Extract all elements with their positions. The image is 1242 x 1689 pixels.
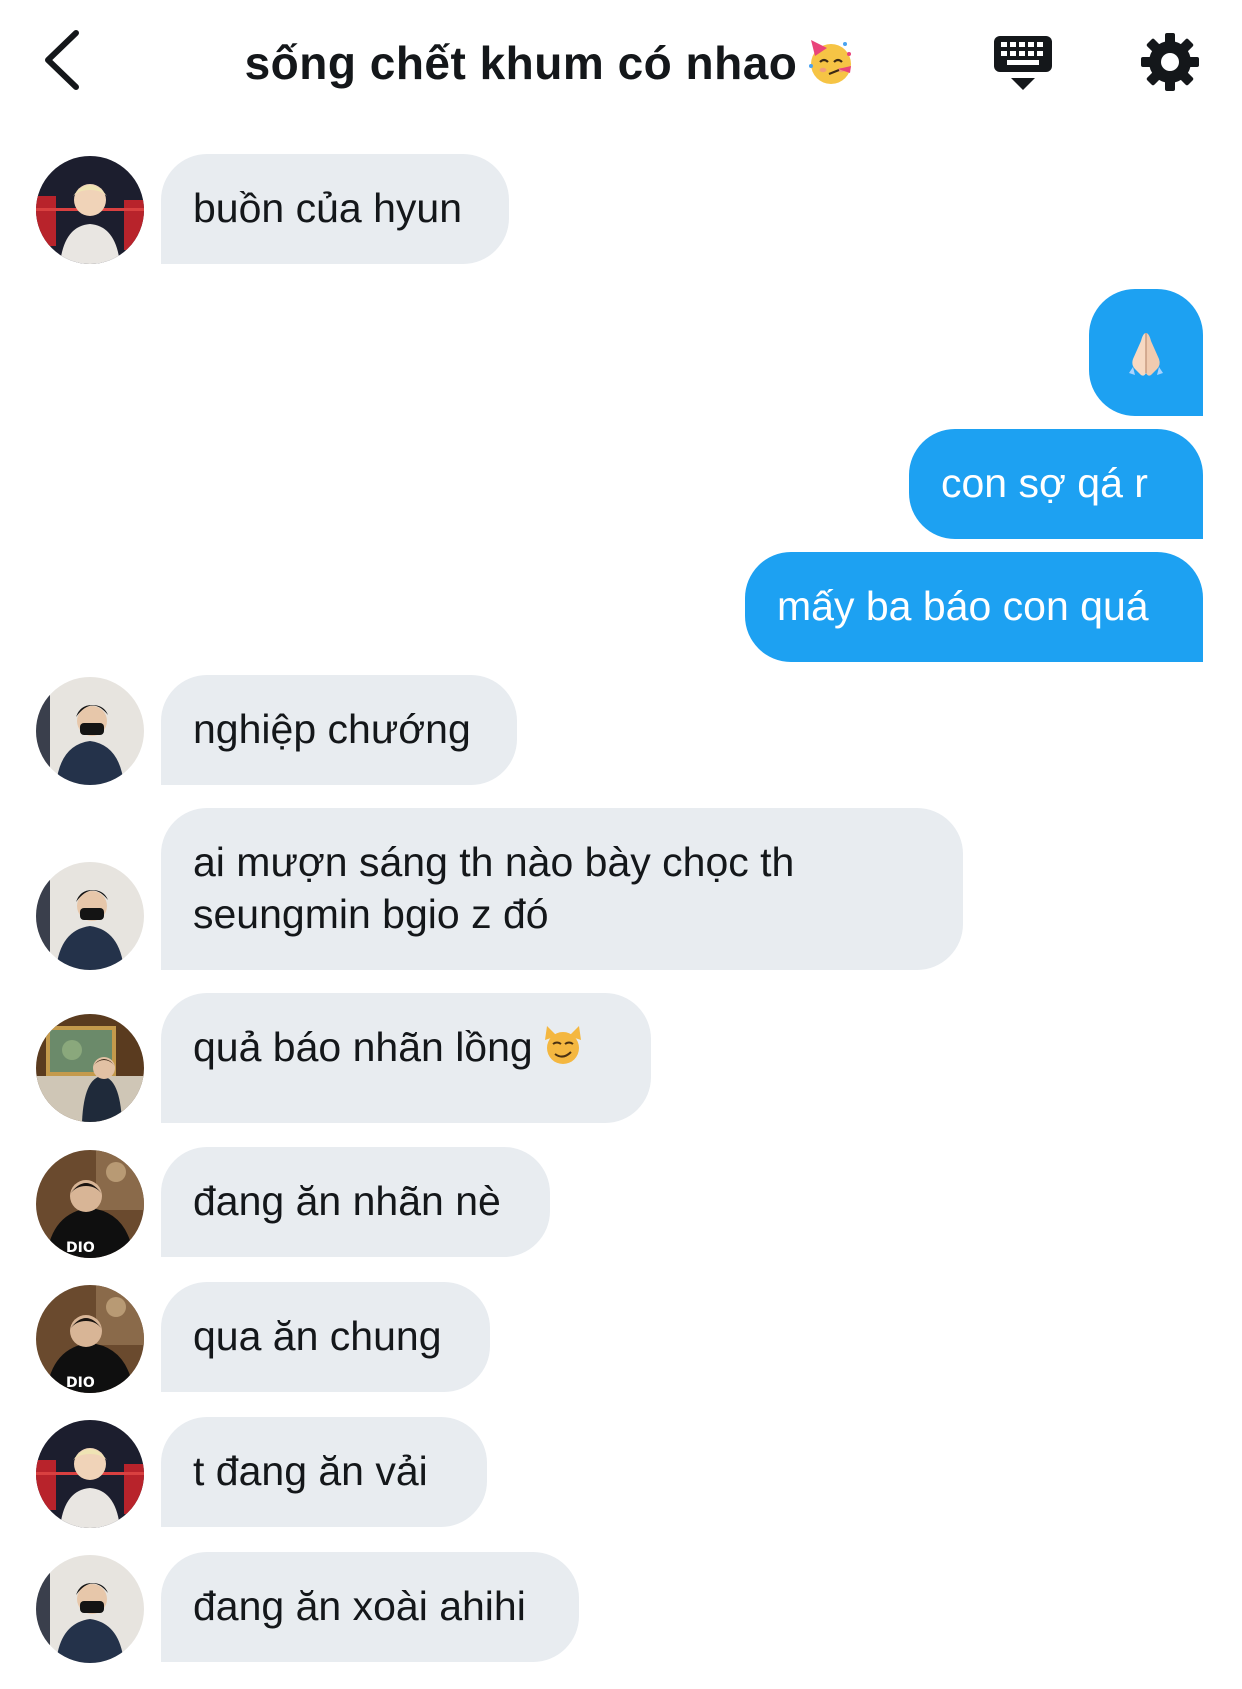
message-bubble-incoming[interactable]: quả báo nhãn lồng <box>161 993 651 1123</box>
message-text: quả báo nhãn lồng <box>193 1024 533 1070</box>
message-text-line-1: ai mượn sáng th nào bày chọc th <box>193 839 795 885</box>
message-bubble-outgoing[interactable] <box>1089 289 1203 416</box>
folded-hands-emoji <box>1121 327 1171 389</box>
message-bubble-incoming[interactable]: t đang ăn vải <box>161 1417 487 1527</box>
smirking-cat-emoji <box>541 1022 585 1078</box>
message-bubble-incoming[interactable]: nghiệp chướng <box>161 675 517 785</box>
message-text: đang ăn xoài ahihi <box>193 1583 526 1629</box>
message-text: buồn của hyun <box>193 185 463 231</box>
sender-avatar[interactable] <box>36 1420 144 1528</box>
message-text: đang ăn nhãn nè <box>193 1178 501 1224</box>
message-text: nghiệp chướng <box>193 706 471 752</box>
sender-avatar[interactable] <box>36 1150 144 1258</box>
message-bubble-outgoing[interactable]: con sợ qá r <box>909 429 1203 539</box>
gear-icon <box>1141 33 1199 91</box>
conversation-title[interactable]: sống chết khum có nhao <box>120 36 980 97</box>
sender-avatar[interactable] <box>36 1285 144 1393</box>
partying-face-emoji <box>805 36 855 97</box>
message-text: con sợ qá r <box>941 460 1148 506</box>
message-bubble-incoming[interactable]: đang ăn nhãn nè <box>161 1147 550 1257</box>
message-bubble-outgoing[interactable]: mấy ba báo con quá <box>745 552 1203 662</box>
sender-avatar[interactable] <box>36 677 144 785</box>
message-text: qua ăn chung <box>193 1313 442 1359</box>
message-text: t đang ăn vải <box>193 1448 428 1494</box>
settings-button[interactable] <box>1138 30 1202 94</box>
message-bubble-incoming[interactable]: đang ăn xoài ahihi <box>161 1552 579 1662</box>
message-text: mấy ba báo con quá <box>777 583 1149 629</box>
sender-avatar[interactable] <box>36 1014 144 1122</box>
sender-avatar[interactable] <box>36 156 144 264</box>
conversation-title-text: sống chết khum có nhao <box>244 37 798 89</box>
sender-avatar[interactable] <box>36 1555 144 1663</box>
chevron-left-icon <box>45 30 79 90</box>
message-bubble-incoming[interactable]: qua ăn chung <box>161 1282 490 1392</box>
keyboard-button[interactable] <box>990 30 1056 96</box>
keyboard-icon <box>994 36 1052 90</box>
sender-avatar[interactable] <box>36 862 144 970</box>
message-text-line-2: seungmin bgio z đó <box>193 891 549 937</box>
conversation-header: sống chết khum có nhao <box>0 0 1242 130</box>
back-button[interactable] <box>36 25 96 95</box>
message-bubble-incoming[interactable]: ai mượn sáng th nào bày chọc th seungmin… <box>161 808 963 970</box>
message-bubble-incoming[interactable]: buồn của hyun <box>161 154 509 264</box>
